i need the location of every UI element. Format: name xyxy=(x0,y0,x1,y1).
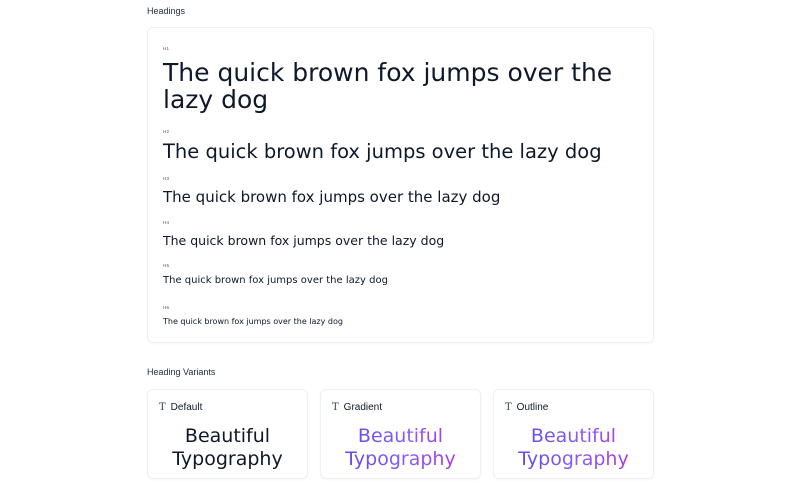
variant-sample-line2: Typography xyxy=(172,448,283,470)
heading-sample-h2: The quick brown fox jumps over the lazy … xyxy=(163,140,602,163)
variant-sample-line2: Typography xyxy=(494,448,653,471)
heading-level-label-h3: H3 xyxy=(163,176,170,181)
heading-sample-h1: The quick brown fox jumps over the lazy … xyxy=(163,58,613,114)
variant-header-default: T Default xyxy=(159,402,202,413)
variant-sample-line1: Beautiful xyxy=(321,425,480,448)
variant-header-outline: T Outline xyxy=(505,402,548,413)
variant-label-gradient: Gradient xyxy=(343,402,383,413)
type-icon: T xyxy=(332,402,339,413)
variant-header-gradient: T Gradient xyxy=(332,402,382,413)
heading-sample-h4: The quick brown fox jumps over the lazy … xyxy=(163,233,445,248)
heading-level-label-h6: H6 xyxy=(163,305,170,310)
headings-section-title: Headings xyxy=(147,6,186,16)
variant-sample-line2: Typography xyxy=(321,448,480,471)
heading-sample-h6: The quick brown fox jumps over the lazy … xyxy=(163,317,343,326)
type-icon: T xyxy=(159,402,166,413)
variant-sample-line1: Beautiful xyxy=(494,425,653,448)
variant-label-outline: Outline xyxy=(516,402,549,413)
variant-card-gradient: T Gradient Beautiful Typography xyxy=(320,389,481,479)
headings-card: H1 The quick brown fox jumps over the la… xyxy=(147,27,654,343)
heading-level-label-h2: H2 xyxy=(163,129,170,134)
variant-sample-gradient: Beautiful Typography xyxy=(321,425,480,471)
variant-sample-outline: Beautiful Typography xyxy=(494,425,653,471)
variant-label-default: Default xyxy=(170,402,203,413)
variant-card-outline: T Outline Beautiful Typography xyxy=(493,389,654,479)
variant-card-default: T Default Beautiful Typography xyxy=(147,389,308,479)
heading-level-label-h5: H5 xyxy=(163,263,170,268)
type-icon: T xyxy=(505,402,512,413)
heading-variants-section-title: Heading Variants xyxy=(147,367,216,377)
heading-sample-h5: The quick brown fox jumps over the lazy … xyxy=(163,275,388,286)
heading-sample-h3: The quick brown fox jumps over the lazy … xyxy=(163,188,501,206)
heading-level-label-h1: H1 xyxy=(163,46,170,51)
heading-level-label-h4: H4 xyxy=(163,220,170,225)
variant-sample-line1: Beautiful xyxy=(184,425,271,447)
variant-sample-default: Beautiful Typography xyxy=(148,425,307,471)
